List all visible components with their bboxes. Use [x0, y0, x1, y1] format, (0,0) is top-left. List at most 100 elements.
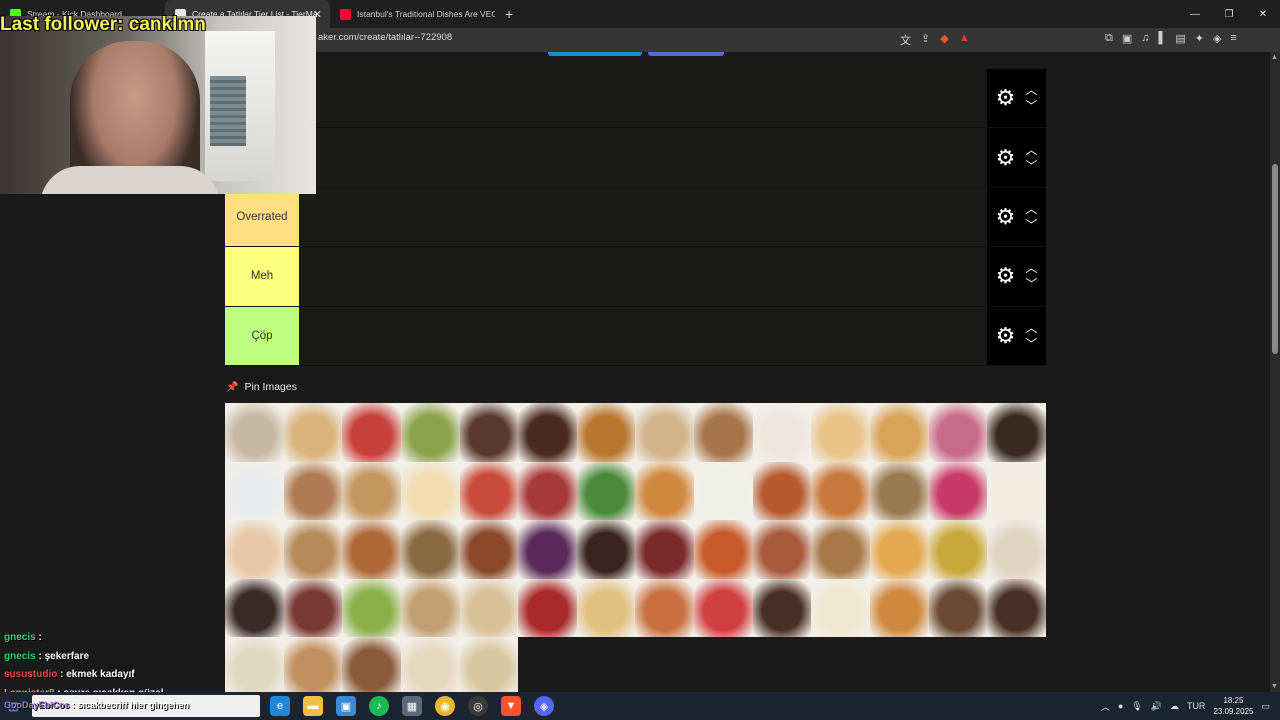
dessert-image-tile[interactable]: [459, 461, 519, 521]
store-icon[interactable]: ▣: [336, 696, 356, 716]
url-field[interactable]: aker.com/create/tatlılar--722908: [318, 32, 452, 43]
close-window-button[interactable]: ✕: [1246, 9, 1280, 20]
dessert-image-tile[interactable]: [752, 403, 812, 462]
dessert-image-tile[interactable]: [987, 578, 1046, 638]
dessert-image-tile[interactable]: [752, 461, 812, 521]
obs-icon[interactable]: ◎: [468, 696, 488, 716]
wallet-icon[interactable]: ▤: [1175, 32, 1185, 45]
scroll-up-icon[interactable]: ▲: [1271, 54, 1278, 61]
scrollbar-thumb[interactable]: [1272, 164, 1278, 354]
dessert-image-tile[interactable]: [400, 520, 460, 579]
dessert-image-tile[interactable]: [752, 520, 812, 579]
dessert-image-tile[interactable]: [283, 578, 343, 638]
dessert-image-tile[interactable]: [342, 520, 401, 579]
dessert-image-tile[interactable]: [869, 461, 929, 521]
dessert-image-tile[interactable]: [283, 637, 343, 692]
dessert-image-tile[interactable]: [342, 637, 401, 692]
dessert-image-tile[interactable]: [518, 461, 577, 521]
chrome-icon[interactable]: ◉: [435, 696, 455, 716]
dessert-image-tile[interactable]: [576, 520, 636, 579]
network-icon[interactable]: ☁: [1170, 701, 1179, 712]
minimize-button[interactable]: —: [1178, 9, 1212, 20]
dessert-image-tile[interactable]: [225, 461, 284, 521]
move-up-icon[interactable]: ︿: [1025, 203, 1037, 215]
move-down-icon[interactable]: ﹀: [1025, 338, 1037, 350]
extensions-icon[interactable]: ⧉: [1105, 32, 1113, 45]
dessert-image-tile[interactable]: [694, 520, 753, 579]
dessert-image-tile[interactable]: [576, 578, 636, 638]
scroll-down-icon[interactable]: ▼: [1271, 683, 1278, 690]
keyboard-language[interactable]: TUR: [1187, 701, 1206, 711]
dessert-image-tile[interactable]: [225, 520, 284, 579]
download-button-edge[interactable]: [648, 52, 724, 56]
vpn-icon[interactable]: ◈: [1213, 32, 1221, 45]
dessert-image-tile[interactable]: [928, 578, 988, 638]
dessert-image-tile[interactable]: [987, 403, 1046, 462]
microphone-icon[interactable]: 🎙: [1131, 701, 1142, 712]
screenshot-icon[interactable]: ▣: [1122, 32, 1132, 45]
move-up-icon[interactable]: ︿: [1025, 84, 1037, 96]
tier-label[interactable]: Çöp: [225, 306, 299, 365]
dessert-image-tile[interactable]: [400, 578, 460, 638]
pin-images-toggle[interactable]: 📌 Pin Images: [226, 381, 297, 393]
dessert-image-tile[interactable]: [225, 578, 284, 638]
menu-icon[interactable]: ≡: [1230, 32, 1236, 45]
page-scrollbar[interactable]: ▲ ▼: [1270, 52, 1280, 692]
dessert-image-tile[interactable]: [928, 403, 988, 462]
notifications-icon[interactable]: ▭: [1261, 701, 1270, 712]
dessert-image-tile[interactable]: [694, 461, 753, 521]
tier-items-dropzone[interactable]: [299, 306, 987, 365]
restore-button[interactable]: ❐: [1212, 9, 1246, 20]
spotify-icon[interactable]: ♪: [369, 696, 389, 716]
tier-items-dropzone[interactable]: [299, 128, 987, 187]
save-button-edge[interactable]: [548, 52, 642, 56]
share-icon[interactable]: ⇪: [921, 32, 930, 48]
dessert-image-tile[interactable]: [518, 520, 577, 579]
dessert-image-tile[interactable]: [342, 461, 401, 521]
dessert-image-tile[interactable]: [635, 461, 694, 521]
dessert-image-tile[interactable]: [694, 403, 753, 462]
folder-icon[interactable]: ▬: [303, 696, 323, 716]
dessert-image-tile[interactable]: [635, 403, 694, 462]
dessert-image-tile[interactable]: [283, 461, 343, 521]
taskbar-search-box[interactable]: GooDayEbiCos : sıcakbecriff hier gingehe…: [4, 695, 260, 717]
sidebar-icon[interactable]: ▌: [1159, 32, 1167, 45]
dessert-image-tile[interactable]: [635, 520, 694, 579]
tab-youtube[interactable]: Istanbul's Traditional Dishes Are VEG: [330, 0, 495, 28]
brave-rewards-icon[interactable]: ▲: [959, 32, 970, 48]
dessert-image-tile[interactable]: [400, 461, 460, 521]
dessert-image-tile[interactable]: [459, 578, 519, 638]
calculator-icon[interactable]: ▦: [402, 696, 422, 716]
dessert-image-tile[interactable]: [694, 578, 753, 638]
dessert-image-tile[interactable]: [811, 461, 870, 521]
dessert-image-tile[interactable]: [342, 578, 401, 638]
move-down-icon[interactable]: ﹀: [1025, 278, 1037, 290]
dessert-image-tile[interactable]: [459, 403, 519, 462]
dessert-image-tile[interactable]: [752, 578, 812, 638]
dessert-image-tile[interactable]: [811, 578, 870, 638]
tier-items-dropzone[interactable]: [299, 69, 987, 128]
gear-icon[interactable]: ⚙: [996, 87, 1016, 109]
tier-label[interactable]: Overrated: [225, 187, 299, 247]
taskbar-clock[interactable]: 18:25 23.09.2025: [1213, 695, 1253, 717]
move-up-icon[interactable]: ︿: [1025, 144, 1037, 156]
discord-icon[interactable]: ◈: [534, 696, 554, 716]
dessert-image-tile[interactable]: [400, 403, 460, 462]
volume-icon[interactable]: 🔊: [1151, 701, 1162, 712]
dessert-image-tile[interactable]: [400, 637, 460, 692]
media-icon[interactable]: ♫: [1141, 32, 1149, 45]
dessert-image-tile[interactable]: [928, 461, 988, 521]
dessert-image-tile[interactable]: [811, 403, 870, 462]
dessert-image-tile[interactable]: [869, 520, 929, 579]
tier-items-dropzone[interactable]: [299, 247, 987, 306]
gear-icon[interactable]: ⚙: [996, 205, 1016, 228]
move-up-icon[interactable]: ︿: [1025, 262, 1037, 274]
dessert-image-tile[interactable]: [576, 461, 636, 521]
dessert-image-tile[interactable]: [459, 520, 519, 579]
tier-items-dropzone[interactable]: [299, 187, 987, 247]
new-tab-button[interactable]: +: [495, 6, 523, 22]
dessert-image-tile[interactable]: [459, 637, 519, 692]
dessert-image-tile[interactable]: [342, 403, 401, 462]
dessert-image-tile[interactable]: [576, 403, 636, 462]
dessert-image-tile[interactable]: [869, 403, 929, 462]
